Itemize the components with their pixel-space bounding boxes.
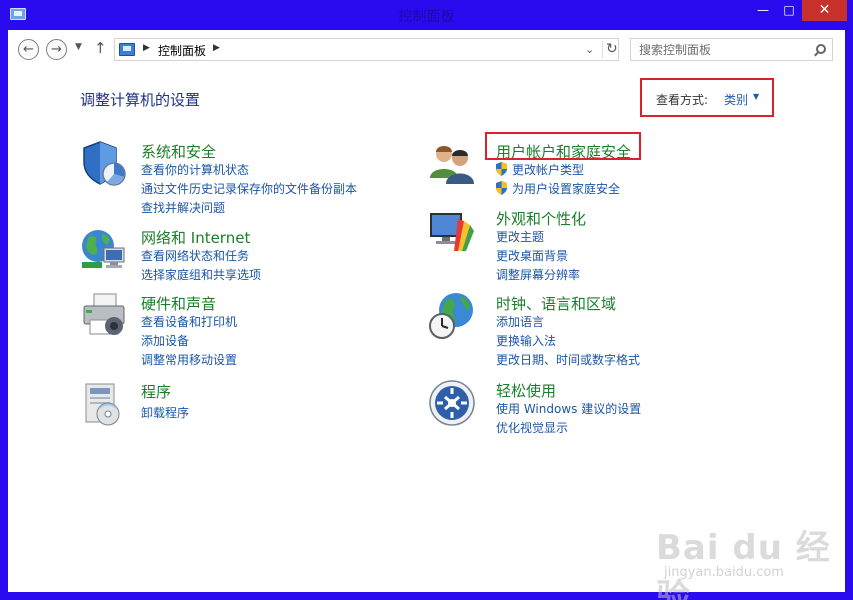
close-button[interactable]: ✕ xyxy=(802,0,847,21)
view-by-label: 查看方式: xyxy=(656,93,709,107)
network-icon[interactable] xyxy=(80,226,128,274)
window-title: 控制面板 xyxy=(398,9,455,25)
category-link[interactable]: 更改日期、时间或数字格式 xyxy=(496,351,640,368)
category-link[interactable]: 更换输入法 xyxy=(496,332,556,349)
category-link[interactable]: 优化视觉显示 xyxy=(496,419,568,436)
category-title[interactable]: 硬件和声音 xyxy=(141,293,216,314)
view-by-highlight-box: 查看方式: 类别 ▼ xyxy=(640,78,774,117)
maximize-button[interactable]: □ xyxy=(776,0,802,21)
refresh-icon[interactable]: ↻ xyxy=(602,41,619,58)
recent-locations-chevron-down-icon[interactable]: ▼ xyxy=(75,42,82,52)
breadcrumb-chevron-icon[interactable]: ▶ xyxy=(143,43,150,53)
address-history-chevron-down-icon[interactable]: ⌄ xyxy=(585,43,594,56)
category-link[interactable]: 查看网络状态和任务 xyxy=(141,247,249,264)
ease-of-access-icon[interactable] xyxy=(428,379,476,427)
arrow-right-icon: → xyxy=(51,42,62,57)
user-accounts-highlight-box xyxy=(485,132,641,160)
search-icon[interactable] xyxy=(816,44,826,54)
category-link[interactable]: 通过文件历史记录保存你的文件备份副本 xyxy=(141,180,357,197)
category-title[interactable]: 时钟、语言和区域 xyxy=(496,293,616,314)
category-title[interactable]: 网络和 Internet xyxy=(141,227,250,248)
address-bar[interactable]: ▶ 控制面板 ▶ ⌄ ↻ xyxy=(114,38,619,61)
category-title[interactable]: 轻松使用 xyxy=(496,380,556,401)
category-link[interactable]: 添加语言 xyxy=(496,313,544,330)
category-title[interactable]: 程序 xyxy=(141,381,171,402)
minimize-button[interactable]: — xyxy=(750,0,776,21)
category-title[interactable]: 系统和安全 xyxy=(141,141,216,162)
breadcrumb-chevron-icon[interactable]: ▶ xyxy=(213,43,220,53)
category-link[interactable]: 选择家庭组和共享选项 xyxy=(141,266,261,283)
category-link[interactable]: 查看你的计算机状态 xyxy=(141,161,249,178)
page-title: 调整计算机的设置 xyxy=(80,91,201,109)
baidu-jingyan-watermark: Bai du 经验 jingyan.baidu.com xyxy=(648,516,838,600)
arrow-left-icon: ← xyxy=(23,42,34,57)
chevron-down-icon[interactable]: ▼ xyxy=(753,92,759,101)
personalization-icon[interactable] xyxy=(428,207,476,255)
arrow-up-icon: ↑ xyxy=(94,39,107,57)
forward-button[interactable]: → xyxy=(46,39,67,60)
category-link[interactable]: 添加设备 xyxy=(141,332,189,349)
search-input[interactable] xyxy=(631,39,811,60)
category-link[interactable]: 更改主题 xyxy=(496,228,544,245)
title-bar: 控制面板 — □ ✕ xyxy=(0,0,853,28)
control-panel-icon xyxy=(119,43,135,56)
back-button[interactable]: ← xyxy=(18,39,39,60)
clock-globe-icon[interactable] xyxy=(428,292,476,340)
programs-icon[interactable] xyxy=(80,380,128,428)
category-title[interactable]: 外观和个性化 xyxy=(496,208,586,229)
category-link[interactable]: 查找并解决问题 xyxy=(141,199,225,216)
control-panel-window: ← → ▼ ↑ ▶ 控制面板 ▶ ⌄ ↻ 调整计算机的设置 查看方式: 类别 ▼… xyxy=(8,30,845,600)
category-link[interactable]: 更改帐户类型 xyxy=(512,161,584,178)
category-link[interactable]: 使用 Windows 建议的设置 xyxy=(496,400,641,417)
category-link[interactable]: 更改桌面背景 xyxy=(496,247,568,264)
category-link[interactable]: 调整常用移动设置 xyxy=(141,351,237,368)
printer-icon[interactable] xyxy=(80,292,128,340)
search-box[interactable] xyxy=(630,38,833,61)
watermark-brand: Bai du 经验 xyxy=(656,528,831,600)
view-by-dropdown[interactable]: 类别 xyxy=(724,91,748,108)
users-icon[interactable] xyxy=(428,140,476,188)
category-link[interactable]: 查看设备和打印机 xyxy=(141,313,237,330)
up-button[interactable]: ↑ xyxy=(94,39,107,57)
category-link[interactable]: 卸载程序 xyxy=(141,404,189,421)
uac-shield-icon xyxy=(496,181,507,195)
category-link[interactable]: 调整屏幕分辨率 xyxy=(496,266,580,283)
shield-icon[interactable] xyxy=(80,140,128,188)
breadcrumb-control-panel[interactable]: 控制面板 xyxy=(158,42,206,59)
category-link[interactable]: 为用户设置家庭安全 xyxy=(512,180,620,197)
uac-shield-icon xyxy=(496,162,507,176)
watermark-url: jingyan.baidu.com xyxy=(664,565,784,580)
